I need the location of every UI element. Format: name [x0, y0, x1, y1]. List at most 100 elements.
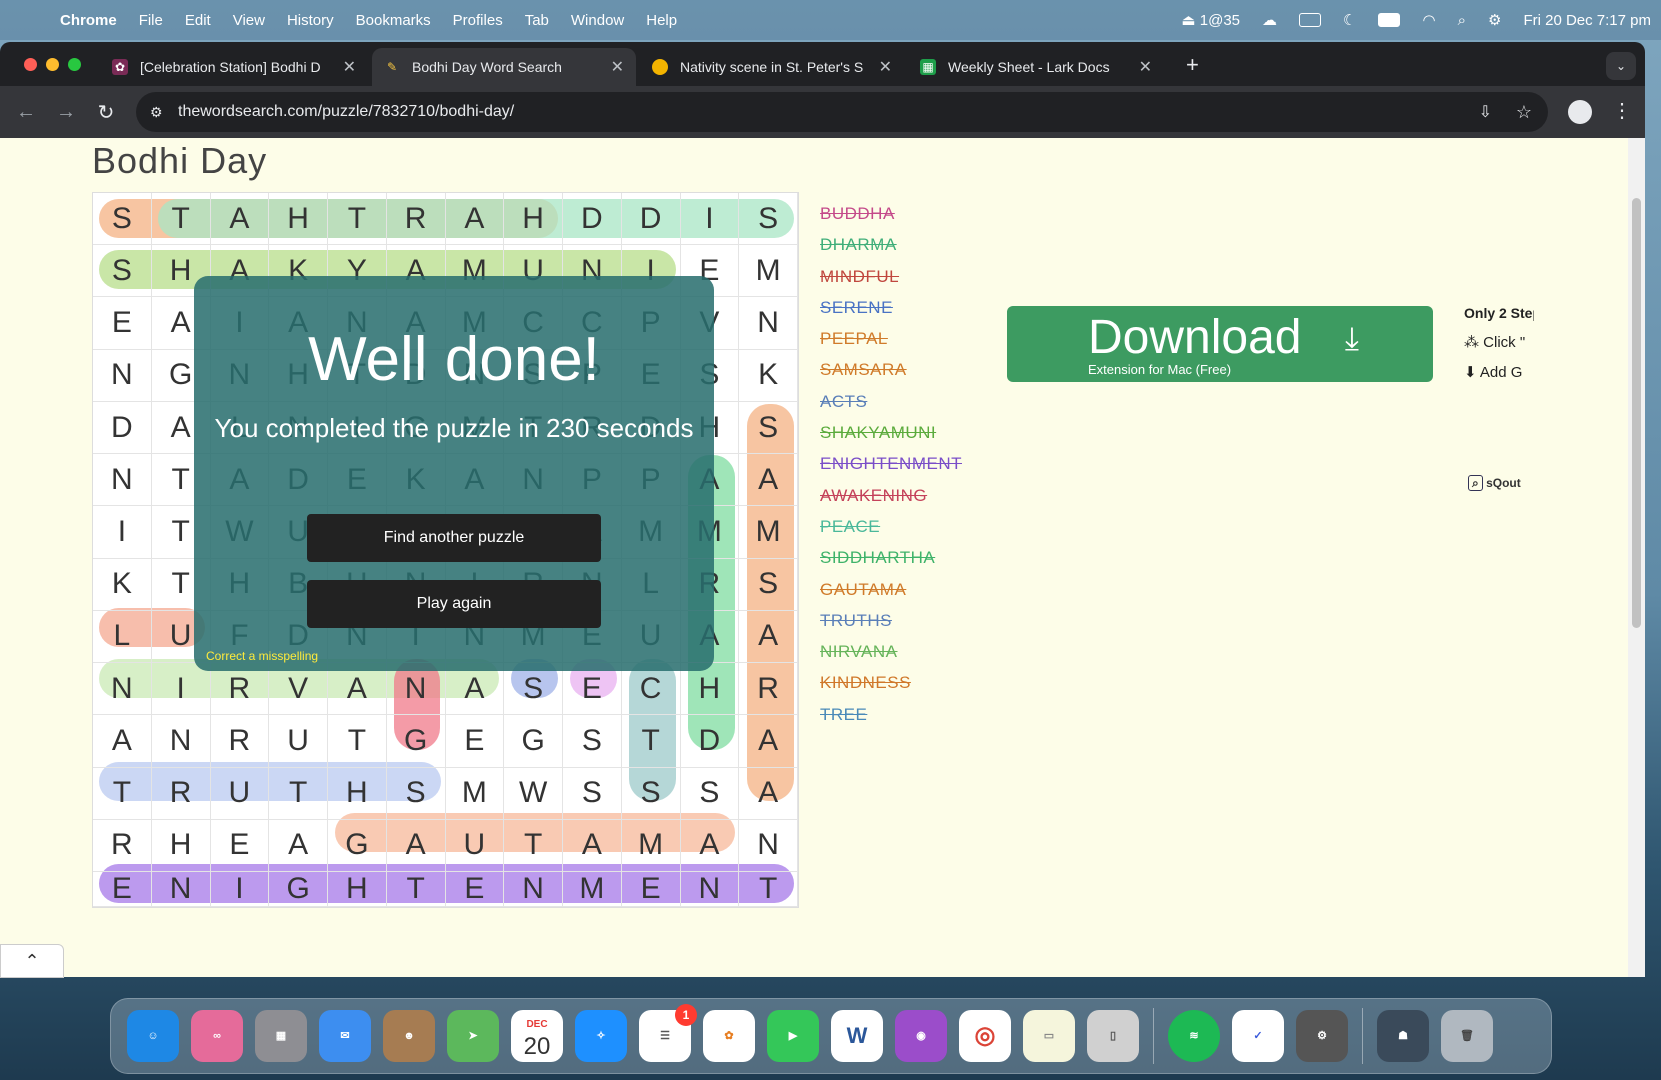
launchpad-icon[interactable]: ▦ [255, 1010, 307, 1062]
grid-cell[interactable]: I [680, 193, 740, 246]
grid-cell[interactable]: N [93, 454, 152, 507]
close-window-button[interactable] [24, 57, 37, 71]
more-menu-icon[interactable]: ⋮ [1612, 98, 1632, 123]
grid-cell[interactable]: H [269, 193, 328, 246]
finder-icon[interactable]: ☺ [127, 1010, 179, 1062]
grid-cell[interactable]: M [739, 506, 798, 559]
grid-cell[interactable]: S [680, 767, 740, 820]
grid-cell[interactable]: A [445, 193, 505, 246]
photos-icon[interactable]: ✿ [703, 1010, 755, 1062]
url-text[interactable]: thewordsearch.com/puzzle/7832710/bodhi-d… [178, 103, 514, 121]
chrome-dock-icon[interactable]: ◎ [959, 1010, 1011, 1062]
maps-icon[interactable]: ➤ [447, 1010, 499, 1062]
close-tab-icon[interactable]: ✕ [343, 57, 356, 77]
grid-cell[interactable]: U [445, 819, 505, 872]
grid-cell[interactable]: T [269, 767, 328, 820]
zoom-window-button[interactable] [68, 57, 81, 71]
contacts-icon[interactable]: ☻ [383, 1010, 435, 1062]
grid-cell[interactable]: A [680, 819, 740, 872]
grid-cell[interactable]: S [93, 193, 152, 246]
reminders-icon[interactable]: ☰ 1 [639, 1004, 697, 1062]
grid-cell[interactable]: S [621, 767, 681, 820]
bookmark-star-icon[interactable]: ☆ [1516, 102, 1532, 123]
grid-cell[interactable]: S [739, 193, 798, 246]
spotify-icon[interactable]: ≋ [1168, 1010, 1220, 1062]
menu-bookmarks[interactable]: Bookmarks [356, 12, 431, 29]
grid-cell[interactable]: N [151, 715, 211, 768]
grid-cell[interactable]: H [151, 819, 211, 872]
menu-app-name[interactable]: Chrome [60, 12, 117, 29]
site-info-icon[interactable]: ⚙ [150, 104, 163, 121]
grid-cell[interactable]: G [504, 715, 563, 768]
sqout-logo[interactable]: ⌕ sQout [1468, 475, 1521, 491]
menu-history[interactable]: History [287, 12, 334, 29]
grid-cell[interactable]: U [210, 767, 270, 820]
grid-cell[interactable]: E [621, 872, 681, 907]
downloads-folder-icon[interactable]: ☗ [1377, 1010, 1429, 1062]
page-scrollbar[interactable] [1628, 138, 1645, 977]
grid-cell[interactable]: D [621, 193, 681, 246]
reload-button[interactable]: ↻ [86, 100, 126, 125]
notes-icon[interactable]: ▭ [1023, 1010, 1075, 1062]
grid-cell[interactable]: T [621, 715, 681, 768]
grid-cell[interactable]: R [739, 663, 798, 716]
podcasts-icon[interactable]: ◉ [895, 1010, 947, 1062]
tab-bodhi-day-word-search[interactable]: ✎ Bodhi Day Word Search ✕ [372, 48, 636, 86]
grid-cell[interactable]: T [739, 872, 798, 907]
tab-celebration-station[interactable]: ✿ [Celebration Station] Bodhi D ✕ [100, 48, 368, 86]
trash-icon[interactable]: 🗑 [1441, 1010, 1493, 1062]
ai-app-icon[interactable]: ∞ [191, 1010, 243, 1062]
grid-cell[interactable]: N [739, 819, 798, 872]
moon-icon[interactable]: ☾ [1343, 11, 1356, 29]
calendar-icon[interactable]: DEC 20 [511, 1010, 563, 1062]
grid-cell[interactable]: R [151, 767, 211, 820]
grid-cell[interactable]: D [680, 715, 740, 768]
grid-cell[interactable]: A [739, 715, 798, 768]
menu-edit[interactable]: Edit [185, 12, 211, 29]
grid-cell[interactable]: A [93, 715, 152, 768]
mail-icon[interactable]: ✉ [319, 1010, 371, 1062]
grid-cell[interactable]: A [210, 193, 270, 246]
grid-cell[interactable]: R [210, 715, 270, 768]
grid-cell[interactable]: N [739, 297, 798, 350]
back-button[interactable]: ← [6, 101, 46, 124]
timer-status[interactable]: ⏏ 1@35 [1181, 11, 1240, 29]
grid-cell[interactable]: E [93, 297, 152, 350]
battery-icon[interactable] [1378, 13, 1401, 27]
grid-cell[interactable]: S [739, 401, 798, 455]
word-icon[interactable]: W [831, 1010, 883, 1062]
grid-cell[interactable]: G [269, 872, 328, 907]
download-extension-button[interactable]: Download ⤓ Extension for Mac (Free) [1007, 306, 1433, 382]
grid-cell[interactable]: T [93, 767, 152, 820]
tab-nativity-scene[interactable]: Nativity scene in St. Peter's S ✕ [640, 48, 904, 86]
iphone-mirroring-icon[interactable]: ▯ [1087, 1010, 1139, 1062]
grid-cell[interactable]: M [563, 872, 622, 907]
wifi-icon[interactable]: ◠ [1422, 11, 1435, 29]
grid-cell[interactable]: I [93, 506, 152, 559]
grid-cell[interactable]: M [739, 245, 798, 298]
grid-cell[interactable]: I [151, 663, 211, 716]
facetime-icon[interactable]: ▶ [767, 1010, 819, 1062]
grid-cell[interactable]: R [386, 193, 446, 246]
control-center-icon[interactable]: ⚙ [1488, 11, 1501, 29]
grid-cell[interactable]: D [563, 193, 622, 246]
minimize-window-button[interactable] [46, 57, 59, 71]
grid-cell[interactable]: K [739, 349, 798, 402]
cloud-icon[interactable]: ☁ [1262, 11, 1277, 29]
scrollbar-thumb[interactable] [1632, 198, 1641, 628]
menu-window[interactable]: Window [571, 12, 624, 29]
grid-cell[interactable]: L [93, 610, 152, 664]
grid-cell[interactable]: H [328, 872, 387, 907]
grid-cell[interactable]: N [504, 872, 563, 907]
grid-cell[interactable]: S [93, 245, 152, 298]
grid-cell[interactable]: S [563, 715, 622, 768]
grid-cell[interactable]: H [328, 767, 387, 820]
system-settings-icon[interactable]: ⚙ [1296, 1010, 1348, 1062]
grid-cell[interactable]: A [739, 454, 798, 507]
menu-profiles[interactable]: Profiles [453, 12, 503, 29]
close-tab-icon[interactable]: ✕ [611, 57, 624, 77]
grid-cell[interactable]: R [93, 819, 152, 872]
grid-cell[interactable]: M [621, 819, 681, 872]
tab-search-button[interactable]: ⌄ [1606, 52, 1636, 80]
collapse-panel-button[interactable]: ⌃ [0, 944, 64, 978]
